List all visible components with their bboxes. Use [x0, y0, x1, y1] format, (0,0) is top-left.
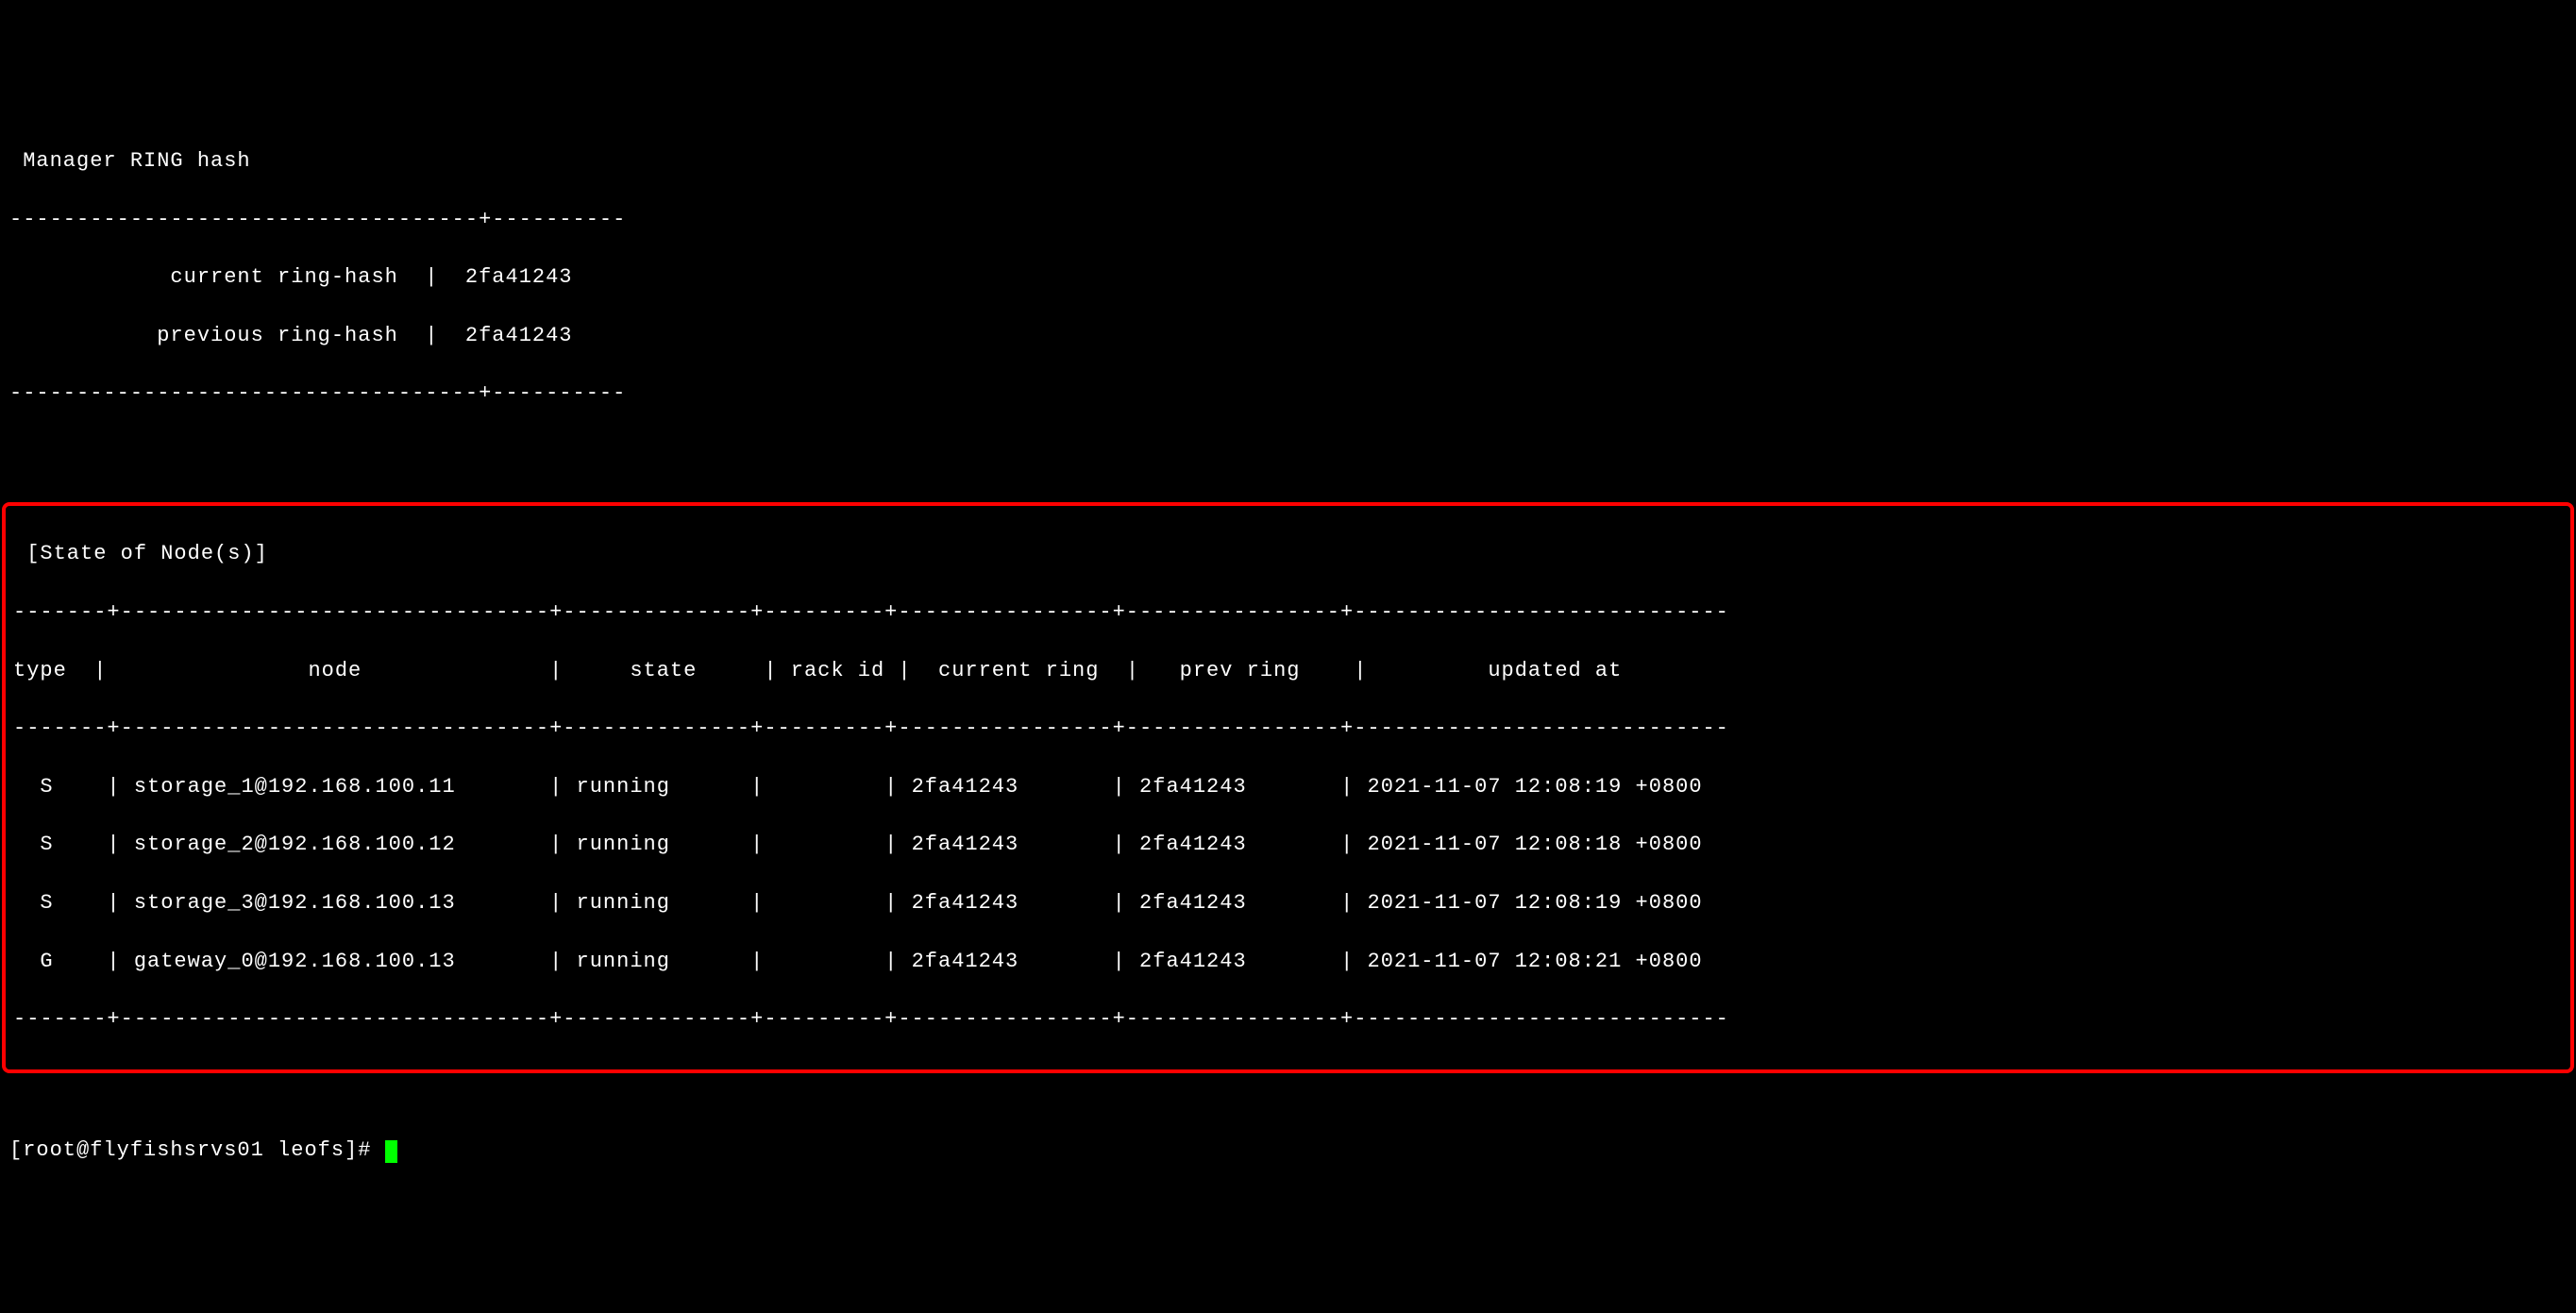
table-row: G | gateway_0@192.168.100.13 | running |…: [13, 948, 2563, 977]
header-prev-ring: prev ring: [1139, 659, 1340, 682]
cell-state: running: [563, 775, 737, 799]
cell-prev-ring: 2fa41243: [1126, 891, 1327, 915]
table-border-mid: -------+--------------------------------…: [13, 715, 2563, 744]
cell-node: gateway_0@192.168.100.13: [134, 950, 536, 973]
header-node: node: [121, 659, 536, 682]
cell-updated-at: 2021-11-07 12:08:19 +0800: [1354, 775, 1702, 799]
cell-prev-ring: 2fa41243: [1126, 833, 1327, 856]
cell-current-ring: 2fa41243: [898, 950, 1099, 973]
cell-node: storage_1@192.168.100.11: [134, 775, 536, 799]
cell-node: storage_3@192.168.100.13: [134, 891, 536, 915]
cell-node: storage_2@192.168.100.12: [134, 833, 536, 856]
cursor-icon: [385, 1140, 397, 1163]
cell-prev-ring: 2fa41243: [1126, 950, 1327, 973]
current-ring-hash-row: current ring-hash | 2fa41243: [9, 263, 2567, 293]
cell-type: S: [13, 833, 93, 856]
ring-hash-separator-bottom: -----------------------------------+----…: [9, 379, 2567, 409]
table-row: S | storage_2@192.168.100.12 | running |…: [13, 831, 2563, 860]
header-rack-id: rack id: [778, 659, 885, 682]
cell-updated-at: 2021-11-07 12:08:19 +0800: [1354, 891, 1702, 915]
header-updated-at: updated at: [1368, 659, 1729, 682]
state-of-nodes-title: [State of Node(s)]: [13, 540, 2563, 569]
table-row: S | storage_1@192.168.100.11 | running |…: [13, 773, 2563, 802]
cell-type: S: [13, 891, 93, 915]
cell-type: G: [13, 950, 93, 973]
cell-rack-id: [764, 833, 871, 856]
cell-state: running: [563, 950, 737, 973]
cell-updated-at: 2021-11-07 12:08:18 +0800: [1354, 833, 1702, 856]
cell-type: S: [13, 775, 93, 799]
header-current-ring: current ring: [912, 659, 1113, 682]
previous-ring-hash-row: previous ring-hash | 2fa41243: [9, 322, 2567, 351]
shell-prompt-line[interactable]: [root@flyfishsrvs01 leofs]#: [0, 1135, 2576, 1168]
cell-rack-id: [764, 775, 871, 799]
cell-state: running: [563, 891, 737, 915]
current-ring-hash-label: current ring-hash: [9, 265, 398, 289]
current-ring-hash-value: 2fa41243: [465, 265, 573, 289]
cell-current-ring: 2fa41243: [898, 833, 1099, 856]
state-of-nodes-box: [State of Node(s)] -------+-------------…: [2, 502, 2574, 1073]
table-header-row: type | node | state | rack id | current …: [13, 657, 2563, 686]
previous-ring-hash-label: previous ring-hash: [9, 324, 398, 347]
header-state: state: [577, 659, 751, 682]
shell-prompt: [root@flyfishsrvs01 leofs]#: [9, 1136, 385, 1166]
table-border-top: -------+--------------------------------…: [13, 598, 2563, 628]
cell-updated-at: 2021-11-07 12:08:21 +0800: [1354, 950, 1702, 973]
cell-rack-id: [764, 891, 871, 915]
header-type: type: [13, 659, 80, 682]
manager-ring-hash-title: Manager RING hash: [9, 147, 2567, 177]
previous-ring-hash-value: 2fa41243: [465, 324, 573, 347]
ring-hash-separator-top: -----------------------------------+----…: [9, 206, 2567, 235]
cell-current-ring: 2fa41243: [898, 775, 1099, 799]
cell-state: running: [563, 833, 737, 856]
terminal-output: Manager RING hash ----------------------…: [0, 116, 2576, 440]
cell-current-ring: 2fa41243: [898, 891, 1099, 915]
cell-prev-ring: 2fa41243: [1126, 775, 1327, 799]
cell-rack-id: [764, 950, 871, 973]
table-row: S | storage_3@192.168.100.13 | running |…: [13, 889, 2563, 918]
table-border-bottom: -------+--------------------------------…: [13, 1005, 2563, 1035]
